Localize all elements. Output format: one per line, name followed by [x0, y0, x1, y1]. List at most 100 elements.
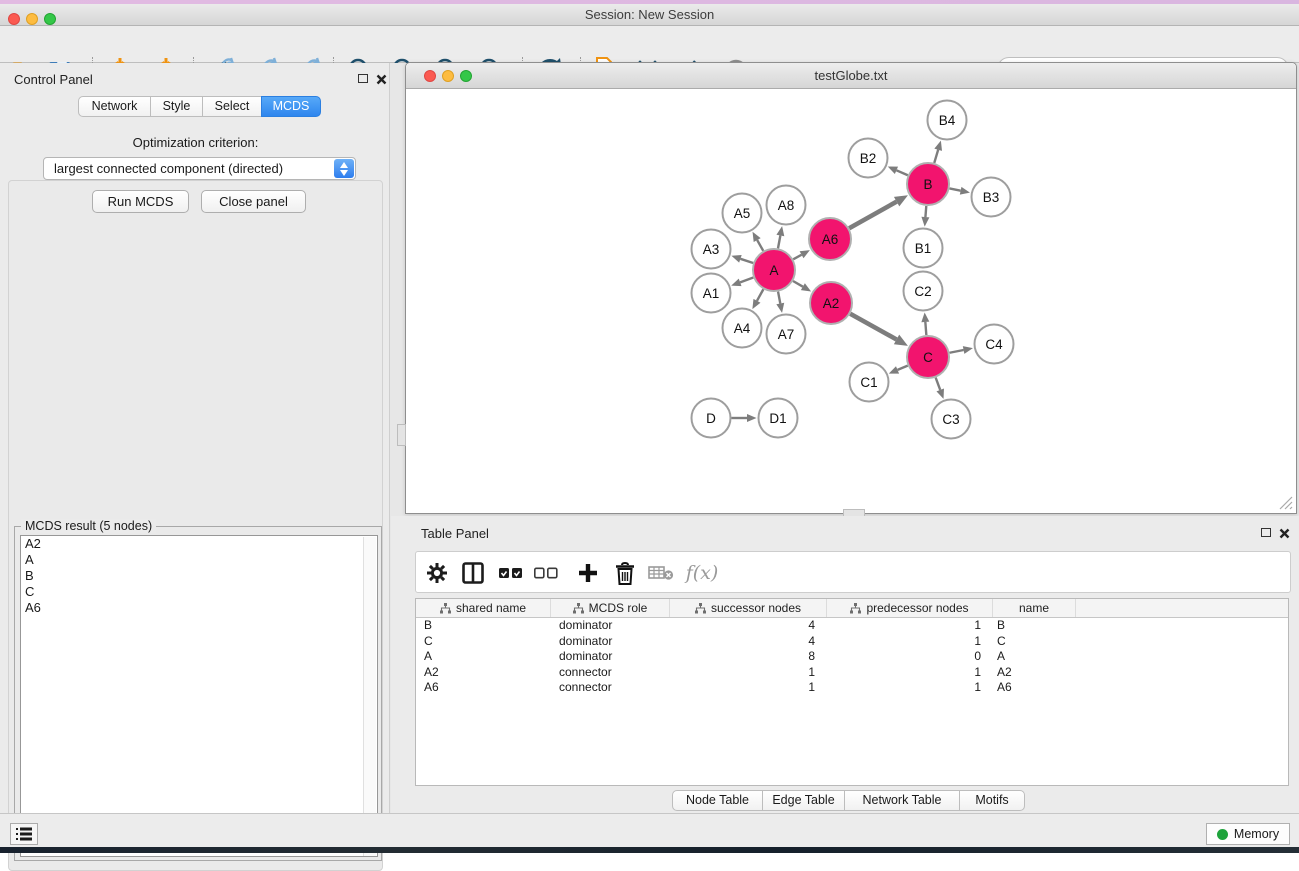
mcds-result-item[interactable]: B	[21, 568, 377, 584]
graph-edge[interactable]	[778, 235, 780, 248]
mcds-result-item[interactable]: A	[21, 552, 377, 568]
graph-edge[interactable]	[936, 378, 941, 390]
mcds-result-item[interactable]: A2	[21, 536, 377, 552]
table-cell: 1	[827, 634, 993, 650]
close-window-button[interactable]	[8, 13, 20, 25]
column-header-mcds-role[interactable]: MCDS role	[551, 599, 670, 617]
graph-edge[interactable]	[898, 366, 908, 370]
graph-node-label: C2	[914, 284, 931, 299]
table-cell: A6	[993, 680, 1076, 696]
memory-label: Memory	[1234, 827, 1279, 841]
table-row[interactable]: Bdominator41B	[416, 618, 1288, 634]
scrollbar-track[interactable]	[363, 537, 376, 857]
graph-node-label: A	[769, 263, 778, 278]
table-settings-icon[interactable]	[422, 559, 452, 587]
select-all-columns-icon[interactable]	[496, 559, 526, 587]
tab-node-table[interactable]: Node Table	[672, 790, 763, 811]
tab-motifs[interactable]: Motifs	[959, 790, 1025, 811]
graph-edge[interactable]	[757, 289, 763, 301]
mcds-result-list[interactable]: A2ABCA6	[20, 535, 378, 857]
network-canvas-svg[interactable]: B4B2BB3A8A5A6B1A3AC2A1A2A4A7C4CC1DD1C3	[406, 89, 1296, 513]
graph-edge[interactable]	[950, 188, 961, 190]
table-cell: A	[416, 649, 551, 665]
graph-node-label: B4	[939, 113, 956, 128]
graph-node-label: C	[923, 350, 933, 365]
tab-network-table[interactable]: Network Table	[844, 790, 960, 811]
graph-edge[interactable]	[740, 259, 753, 263]
task-history-button[interactable]	[10, 823, 38, 845]
tab-style[interactable]: Style	[150, 96, 203, 117]
memory-button[interactable]: Memory	[1206, 823, 1290, 845]
edge-arrowhead	[960, 187, 970, 195]
graph-edge[interactable]	[850, 314, 896, 340]
tab-edge-table[interactable]: Edge Table	[762, 790, 845, 811]
zoom-window-button[interactable]	[44, 13, 56, 25]
graph-edge[interactable]	[896, 170, 907, 175]
table-cell: 0	[827, 649, 993, 665]
graph-edge[interactable]	[740, 278, 753, 283]
mcds-result-group: MCDS result (5 nodes) A2ABCA6	[14, 526, 382, 861]
column-header-successor-nodes[interactable]: successor nodes	[670, 599, 827, 617]
graph-node-label: A1	[703, 286, 720, 301]
edge-arrowhead	[776, 303, 784, 313]
dropdown-stepper-icon	[334, 159, 354, 178]
mcds-result-item[interactable]: C	[21, 584, 377, 600]
graph-edge[interactable]	[950, 350, 964, 353]
column-header-predecessor-nodes[interactable]: predecessor nodes	[827, 599, 993, 617]
tab-mcds[interactable]: MCDS	[261, 96, 321, 117]
splitter-handle-vertical[interactable]	[397, 424, 406, 446]
graph-node-label: A7	[778, 327, 795, 342]
edge-arrowhead	[776, 226, 784, 236]
close-panel-button[interactable]: Close panel	[201, 190, 306, 213]
close-window-button[interactable]	[424, 70, 436, 82]
graph-edge[interactable]	[778, 292, 780, 304]
graph-edge[interactable]	[849, 202, 896, 229]
app-titlebar[interactable]: Session: New Session	[0, 4, 1299, 26]
add-column-icon[interactable]	[573, 559, 603, 587]
run-mcds-button[interactable]: Run MCDS	[92, 190, 189, 213]
criterion-dropdown[interactable]: largest connected component (directed)	[43, 157, 356, 180]
attribute-tree-icon	[440, 603, 451, 614]
node-table: shared name MCDS role successor nodes pr…	[415, 598, 1289, 786]
deselect-all-columns-icon[interactable]	[531, 559, 561, 587]
tab-select[interactable]: Select	[202, 96, 262, 117]
resize-grip-icon[interactable]	[1279, 496, 1293, 510]
graph-edge[interactable]	[925, 206, 926, 217]
table-cell: A6	[416, 680, 551, 696]
column-header-name[interactable]: name	[993, 599, 1076, 617]
table-cell: 8	[670, 649, 827, 665]
network-window-titlebar[interactable]: testGlobe.txt	[406, 63, 1296, 89]
table-row[interactable]: A6connector11A6	[416, 680, 1288, 696]
column-header-shared-name[interactable]: shared name	[416, 599, 551, 617]
graph-edge[interactable]	[793, 255, 801, 260]
graph-edge[interactable]	[925, 322, 926, 335]
table-toolbar: f(x)	[415, 551, 1291, 593]
function-builder-icon[interactable]: f(x)	[682, 559, 722, 587]
table-cell: 1	[670, 680, 827, 696]
float-panel-icon[interactable]	[358, 74, 368, 83]
table-row[interactable]: Adominator80A	[416, 649, 1288, 665]
table-cell: C	[416, 634, 551, 650]
graph-edge[interactable]	[757, 240, 763, 251]
graph-edge[interactable]	[934, 150, 938, 163]
close-panel-icon[interactable]	[376, 72, 387, 90]
zoom-window-button[interactable]	[460, 70, 472, 82]
table-cell: 4	[670, 618, 827, 634]
table-cell: C	[993, 634, 1076, 650]
network-view-window[interactable]: testGlobe.txt B4B2BB3A8A5A6B1A3AC2A1A2A4…	[405, 62, 1297, 514]
table-row[interactable]: Cdominator41C	[416, 634, 1288, 650]
table-row[interactable]: A2connector11A2	[416, 665, 1288, 681]
mcds-result-item[interactable]: A6	[21, 600, 377, 616]
minimize-window-button[interactable]	[26, 13, 38, 25]
delete-table-icon[interactable]	[646, 559, 676, 587]
delete-column-icon[interactable]	[610, 559, 640, 587]
graph-node-label: A3	[703, 242, 720, 257]
attribute-tree-icon	[850, 603, 861, 614]
toggle-panel-icon[interactable]	[458, 559, 488, 587]
graph-edge[interactable]	[793, 281, 803, 287]
minimize-window-button[interactable]	[442, 70, 454, 82]
tab-network[interactable]: Network	[78, 96, 151, 117]
graph-node-label: C3	[942, 412, 959, 427]
float-panel-icon[interactable]	[1261, 528, 1271, 537]
close-panel-icon[interactable]	[1279, 526, 1290, 544]
